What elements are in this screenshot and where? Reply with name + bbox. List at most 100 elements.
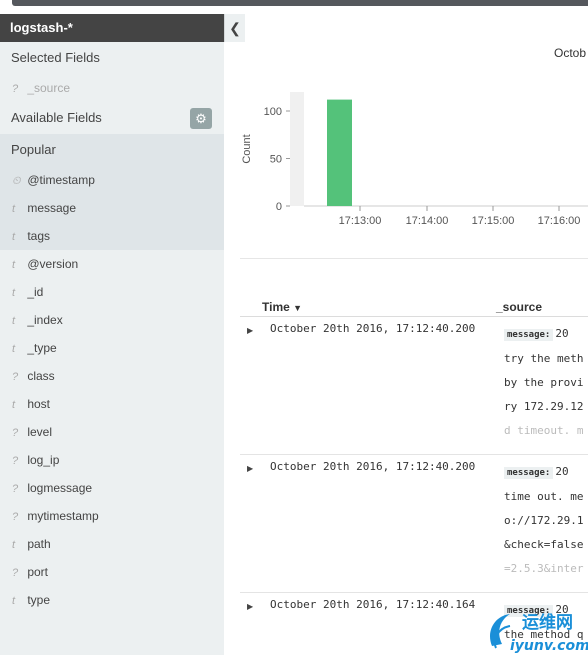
time-column-label: Time	[262, 300, 290, 314]
watermark-brand: 运维网	[522, 612, 573, 633]
field-name: path	[24, 537, 51, 551]
field-name: _index	[24, 313, 63, 327]
histogram-date-header: Octob	[554, 46, 587, 60]
row-time: October 20th 2016, 17:12:40.200	[270, 460, 476, 473]
field-name: type	[24, 593, 51, 607]
available-fields-title: Available Fields ⚙	[0, 102, 224, 134]
histogram-chart: Count 0 50 100 17:13:00 17:14:00 17:15:00 17:16…	[241, 92, 588, 227]
source-line: ry 172.29.12	[504, 400, 584, 413]
sort-down-icon[interactable]: ▼	[293, 303, 302, 313]
field-name: mytimestamp	[24, 509, 99, 523]
field-type-icon: t	[12, 399, 16, 411]
field-name: level	[24, 425, 53, 439]
source-field-label: message:	[504, 329, 554, 341]
source-line: time out. me	[504, 490, 584, 503]
field-name: host	[24, 397, 51, 411]
field-item[interactable]: ? log_ip	[0, 446, 224, 474]
field-type-icon: t	[12, 343, 16, 355]
source-line: message: 20	[504, 322, 588, 347]
field-type-icon: t	[12, 315, 16, 327]
expand-caret-icon[interactable]: ▶	[247, 464, 253, 473]
field-type-icon: ?	[12, 567, 19, 579]
field-type-icon: ?	[12, 371, 19, 383]
source-line: d timeout. m	[504, 424, 584, 437]
field-name: @timestamp	[24, 173, 95, 187]
source-field-label: message:	[504, 467, 554, 479]
row-time: October 20th 2016, 17:12:40.200	[270, 322, 476, 335]
field-name: tags	[24, 229, 51, 243]
field-item[interactable]: ? class	[0, 362, 224, 390]
field-item[interactable]: t _id	[0, 278, 224, 306]
watermark-domain: iyunv.com	[510, 638, 588, 654]
histogram-bar	[327, 99, 352, 206]
field-name: port	[24, 565, 49, 579]
top-bar	[12, 0, 588, 6]
field-type-icon: t	[12, 287, 16, 299]
selected-fields-title: Selected Fields	[11, 50, 100, 65]
y-tick-label: 50	[270, 154, 282, 166]
index-pattern-title[interactable]: logstash-*	[0, 14, 224, 42]
source-line: by the provi	[504, 376, 584, 389]
source-line: message: 20	[504, 460, 588, 485]
x-tick-label: 17:14:00	[406, 215, 449, 227]
expand-caret-icon[interactable]: ▶	[247, 602, 253, 611]
field-item[interactable]: ⏲ @timestamp	[0, 166, 224, 194]
time-column-header[interactable]: Time ▼	[262, 300, 302, 314]
row-time: October 20th 2016, 17:12:40.164	[270, 598, 476, 611]
field-type-icon: ?	[12, 427, 19, 439]
field-item[interactable]: ? _source	[0, 74, 224, 102]
field-item[interactable]: ? logmessage	[0, 474, 224, 502]
field-name: _source	[24, 81, 71, 95]
popular-fields-block: Popular ⏲ @timestamp t message t tags	[0, 134, 224, 250]
y-tick-label: 0	[276, 201, 282, 213]
field-name: class	[24, 369, 55, 383]
field-item[interactable]: t path	[0, 530, 224, 558]
field-type-icon: t	[12, 203, 16, 215]
field-type-icon: t	[12, 595, 16, 607]
field-item[interactable]: t _index	[0, 306, 224, 334]
source-line: &check=false	[504, 538, 584, 551]
table-row[interactable]: ▶ October 20th 2016, 17:12:40.200 message:…	[240, 454, 588, 592]
y-axis-label: Count	[241, 134, 253, 163]
source-line: =2.5.3&inter	[504, 562, 584, 575]
field-name: message	[24, 201, 77, 215]
field-item[interactable]: t @version	[0, 250, 224, 278]
source-line: try the meth	[504, 352, 584, 365]
field-type-icon: ?	[12, 511, 19, 523]
field-name: _id	[24, 285, 44, 299]
expand-caret-icon[interactable]: ▶	[247, 326, 253, 335]
field-item[interactable]: t host	[0, 390, 224, 418]
available-fields-label: Available Fields	[11, 110, 102, 125]
field-item[interactable]: t message	[0, 194, 224, 222]
field-item[interactable]: t tags	[0, 222, 224, 250]
row-source: message: 20 time out. me o://172.29.1 &check…	[504, 460, 588, 581]
field-item[interactable]: t _type	[0, 334, 224, 362]
row-source: message: 20 try the meth by the provi ry 172…	[504, 322, 588, 443]
field-type-icon: t	[12, 231, 16, 243]
field-item[interactable]: ? port	[0, 558, 224, 586]
x-tick-label: 17:13:00	[339, 215, 382, 227]
field-name: @version	[24, 257, 79, 271]
x-tick-label: 17:15:00	[472, 215, 515, 227]
field-item[interactable]: ? mytimestamp	[0, 502, 224, 530]
chevron-left-icon[interactable]: ❮	[224, 14, 245, 42]
source-column-header: _source	[496, 300, 543, 314]
field-type-icon: ?	[12, 483, 19, 495]
field-type-icon: t	[12, 259, 16, 271]
field-type-icon: ?	[12, 83, 19, 95]
table-row[interactable]: ▶ October 20th 2016, 17:12:40.200 message:…	[240, 316, 588, 454]
source-line: o://172.29.1	[504, 514, 584, 527]
popular-fields-title: Popular	[11, 142, 56, 157]
chart-pad	[290, 92, 304, 206]
section-divider	[240, 258, 588, 259]
field-type-icon: t	[12, 539, 16, 551]
field-name: _type	[24, 341, 57, 355]
field-name: log_ip	[24, 453, 60, 467]
iyunv-watermark-logo: 运维网 iyunv.com	[490, 612, 588, 654]
field-type-icon: ⏲	[12, 175, 21, 187]
field-item[interactable]: ? level	[0, 418, 224, 446]
field-sidebar: logstash-* Selected Fields ? _source Ava…	[0, 14, 224, 655]
gear-icon[interactable]: ⚙	[190, 108, 212, 129]
field-type-icon: ?	[12, 455, 19, 467]
field-item[interactable]: t type	[0, 586, 224, 614]
